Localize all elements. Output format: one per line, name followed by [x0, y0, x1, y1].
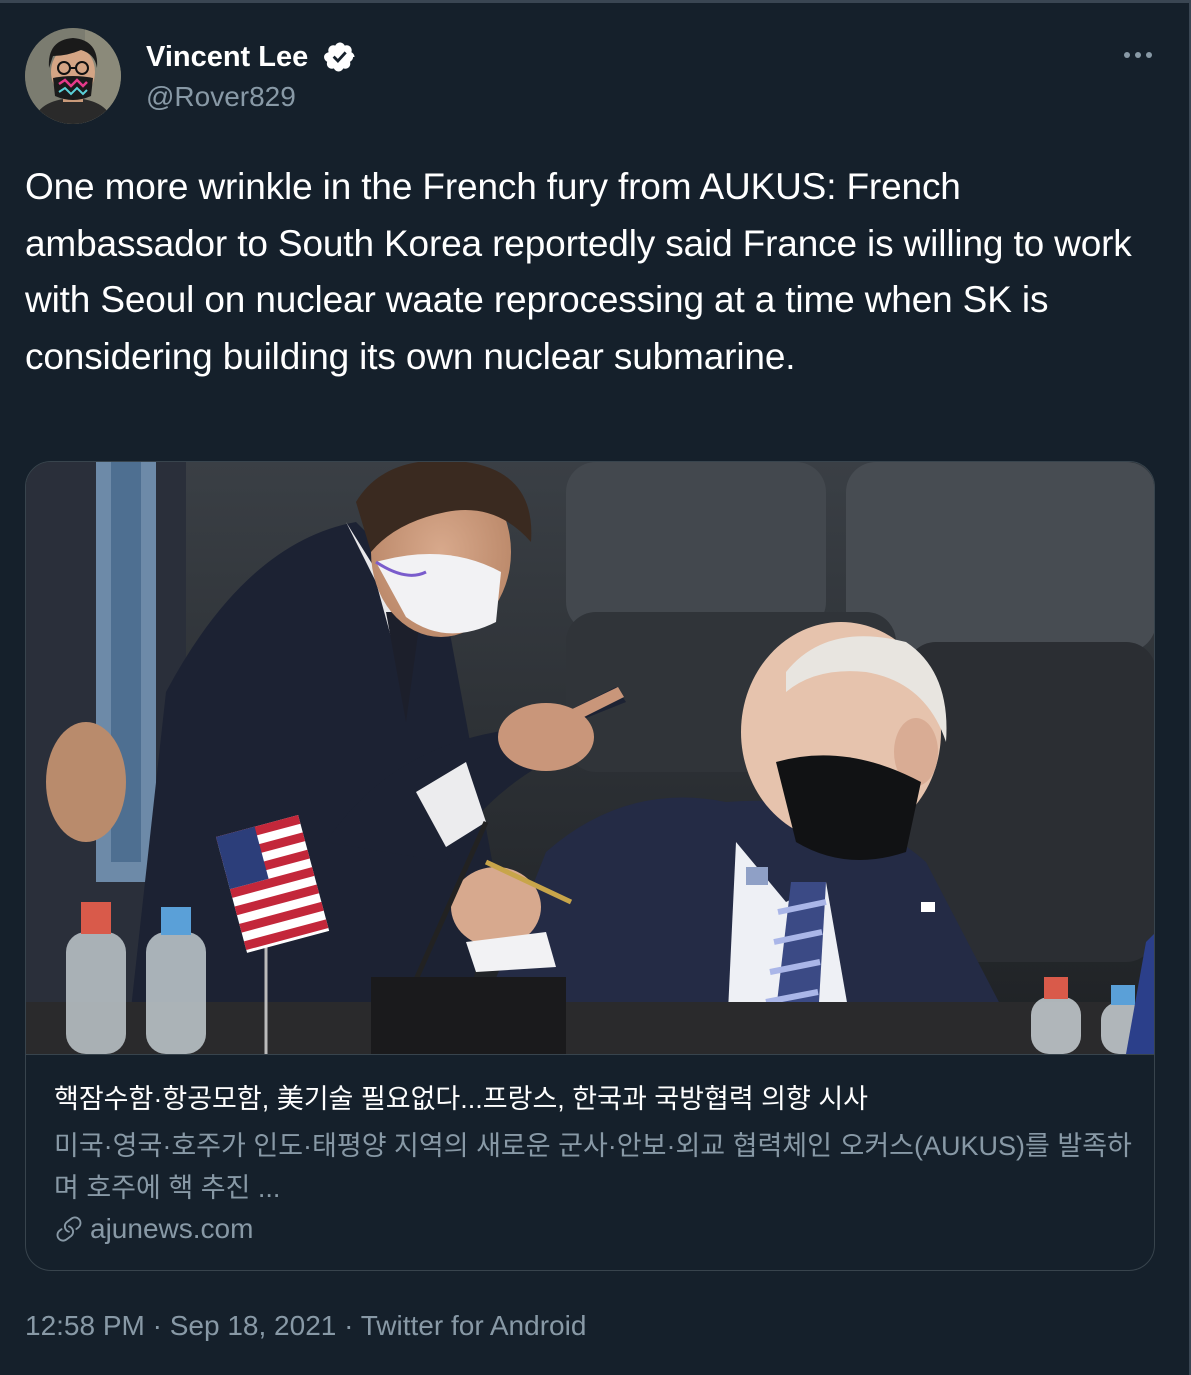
tweet-meta: 12:58 PM · Sep 18, 2021 · Twitter for An… — [25, 1308, 586, 1344]
card-description: 미국·영국·호주가 인도·태평양 지역의 새로운 군사·안보·외교 협력체인 오… — [54, 1131, 1132, 1203]
tweet: Vincent Lee @Rover829 One more wrinkle i… — [0, 0, 1191, 1375]
more-options-icon[interactable] — [1118, 44, 1158, 66]
tweet-text: One more wrinkle in the French fury from… — [25, 166, 1132, 377]
link-icon — [56, 1216, 82, 1242]
card-domain: ajunews.com — [90, 1213, 254, 1244]
tweet-date[interactable]: Sep 18, 2021 — [170, 1310, 337, 1341]
card-title: 핵잠수함·항공모함, 美기술 필요없다...프랑스, 한국과 국방협력 의향 시… — [54, 1084, 869, 1114]
tweet-source[interactable]: Twitter for Android — [361, 1310, 587, 1341]
card-photo — [26, 462, 1154, 1054]
author-handle[interactable]: @Rover829 — [146, 80, 296, 114]
card-image[interactable] — [26, 462, 1154, 1055]
author-avatar[interactable] — [25, 28, 121, 124]
avatar-image — [25, 28, 121, 124]
meta-separator-2: · — [336, 1310, 361, 1341]
tweet-time[interactable]: 12:58 PM — [25, 1310, 145, 1341]
verified-badge-icon — [323, 40, 357, 74]
meta-separator-1: · — [144, 1310, 170, 1341]
link-card[interactable]: 핵잠수함·항공모함, 美기술 필요없다...프랑스, 한국과 국방협력 의향 시… — [25, 461, 1155, 1271]
card-domain-row[interactable]: ajunews.com — [54, 1211, 253, 1247]
author-name[interactable]: Vincent Lee — [146, 40, 308, 74]
